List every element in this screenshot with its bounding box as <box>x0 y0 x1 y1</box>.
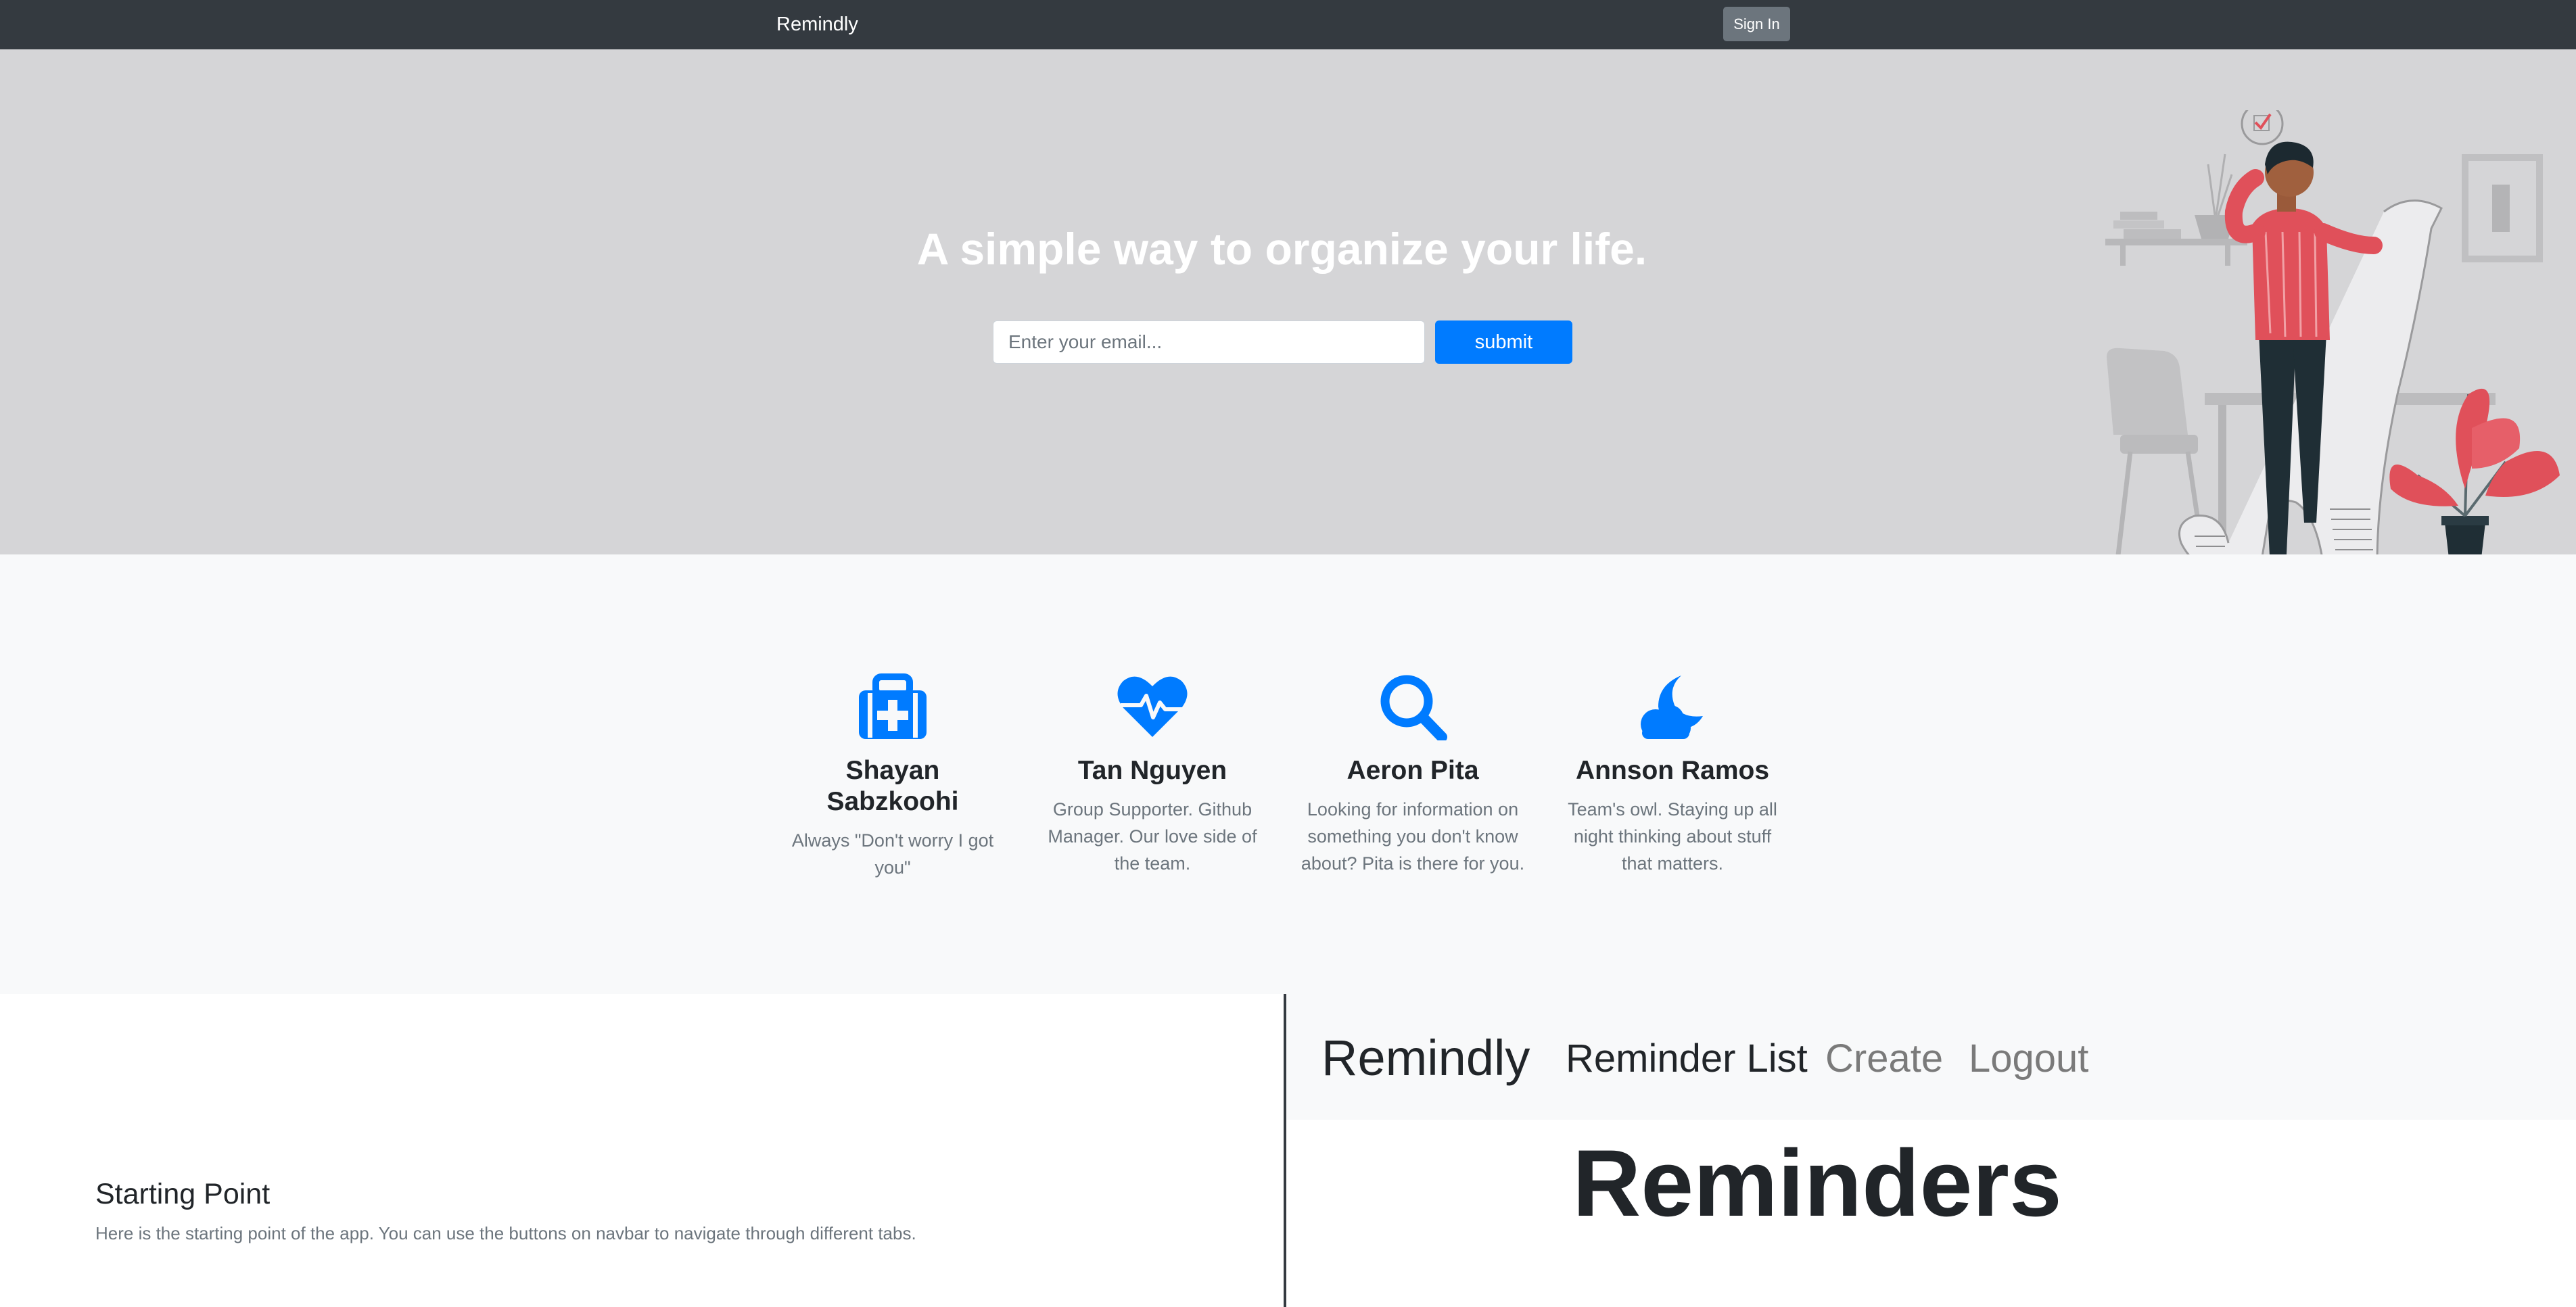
preview-link-reminder-list: Reminder List <box>1566 1037 1808 1080</box>
starting-point-section: Starting Point Here is the starting poin… <box>0 994 2576 1307</box>
hero-section: A simple way to organize your life. subm… <box>0 49 2576 554</box>
feature-name: Shayan Sabzkoohi <box>826 756 959 816</box>
section-description: Here is the starting point of the app. Y… <box>95 1223 916 1243</box>
person-with-checklist-illustration <box>2105 110 2560 554</box>
top-navbar: Remindly Sign In <box>0 0 2576 49</box>
preview-link-create: Create <box>1825 1037 1944 1080</box>
feature-description: Looking for information on something you… <box>1301 799 1525 874</box>
feature-card: Shayan Sabzkoohi Always "Don't worry I g… <box>778 673 1008 881</box>
feature-name: Aeron Pita <box>1346 756 1479 785</box>
feature-name: Tan Nguyen <box>1077 756 1227 785</box>
preview-brand: Remindly <box>1321 1030 1530 1086</box>
team-features-section: Shayan Sabzkoohi Always "Don't worry I g… <box>0 554 2576 994</box>
preview-heading: Reminders <box>1572 1130 2062 1236</box>
feature-card: Tan Nguyen Group Supporter. Github Manag… <box>1037 673 1267 877</box>
feature-description: Group Supporter. Github Manager. Our lov… <box>1048 799 1257 874</box>
heartbeat-icon <box>1117 676 1188 737</box>
preview-navbar: Remindly Reminder List Create Logout <box>1286 994 2576 1120</box>
email-input[interactable] <box>993 320 1425 364</box>
medkit-icon <box>859 673 927 739</box>
cloud-moon-icon <box>1641 675 1703 739</box>
feature-card: Aeron Pita Looking for information on so… <box>1298 673 1528 877</box>
search-icon <box>1380 675 1447 740</box>
sign-in-button[interactable]: Sign In <box>1723 7 1790 41</box>
app-preview-screenshot: Remindly Reminder List Create Logout Rem… <box>1286 994 2576 1307</box>
navbar-brand[interactable]: Remindly <box>776 12 858 37</box>
submit-button[interactable]: submit <box>1435 320 1572 364</box>
section-title: Starting Point <box>95 1178 271 1210</box>
feature-card: Annson Ramos Team's owl. Staying up all … <box>1558 673 1787 877</box>
feature-description: Team's owl. Staying up all night thinkin… <box>1568 799 1777 874</box>
feature-name: Annson Ramos <box>1575 756 1770 785</box>
preview-link-logout: Logout <box>1969 1037 2089 1080</box>
feature-description: Always "Don't worry I got you" <box>791 830 994 878</box>
